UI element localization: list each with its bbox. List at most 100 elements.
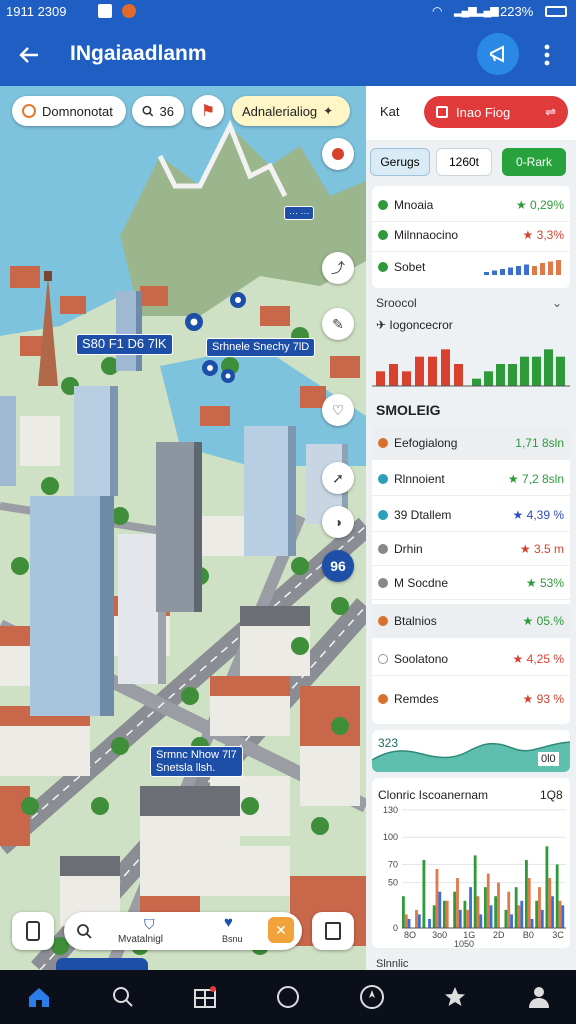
status-dot: [378, 653, 388, 664]
status-bar: 1911 2309 ◠ ▂▄▆ ▂▄▆ 223%: [0, 0, 576, 24]
ranking-list: Eefogialong 1,71 8sln Rlnnoient ★ 7,2 8sln…: [372, 426, 570, 724]
x-tick-label: B0: [523, 930, 534, 940]
list-item[interactable]: Soolatono ★ 4,25 %: [372, 642, 570, 676]
favorites-tab[interactable]: [440, 982, 470, 1012]
chart-bar: [472, 378, 481, 386]
sparkline-bar: [532, 266, 537, 275]
list-item[interactable]: Drhin ★ 3.5 m: [372, 532, 570, 566]
filter-chip-2[interactable]: 1260t: [436, 148, 492, 176]
document-button[interactable]: [312, 912, 354, 950]
search-tab[interactable]: [108, 982, 138, 1012]
close-tag-icon[interactable]: ✕: [268, 917, 294, 943]
route-icon: ⤴: [331, 260, 345, 276]
bottom-navigation: [0, 970, 576, 1024]
list-item[interactable]: Remdes ★ 93 %: [372, 682, 570, 716]
grid-tab[interactable]: [190, 982, 220, 1012]
count-chip[interactable]: 36: [132, 96, 184, 126]
list-item-label: Drhin: [394, 541, 423, 556]
circle-tab[interactable]: [273, 982, 303, 1012]
chart-bar: [535, 900, 539, 928]
record-button[interactable]: [322, 138, 354, 170]
list-item-label: M Socdne: [394, 575, 449, 590]
tool-icon: ✈: [376, 318, 390, 332]
chart-bar: [407, 918, 411, 928]
x-tick-label: 3o0: [432, 930, 447, 940]
chart-bar: [551, 896, 554, 928]
map-label-3[interactable]: Srmnc Nhow 7l7 Snetsla llsh.: [150, 746, 243, 778]
device-button[interactable]: [12, 912, 54, 950]
route-button[interactable]: ⤴: [322, 252, 354, 284]
collapse-icon[interactable]: ⌄: [552, 296, 562, 310]
shield-icon[interactable]: ⛉: [144, 916, 155, 933]
more-menu-button[interactable]: [538, 42, 556, 68]
list-item-value: ★ 3.5 m: [519, 541, 564, 556]
chart-bar: [415, 909, 418, 928]
map-label-small[interactable]: ··· ···: [284, 206, 315, 221]
list-item-label: 39 Dtallem: [394, 507, 452, 522]
list-item-label: Mnoaia: [394, 197, 434, 212]
city-map-view[interactable]: Domnonotat 36 ⚑ Adnalerialiog ✦ ⤴ ✎ ♡ ➚ …: [0, 86, 366, 970]
megaphone-icon: [490, 45, 504, 63]
explore-tab[interactable]: [357, 982, 387, 1012]
sparkline-bar: [524, 264, 529, 275]
search-icon-bottom[interactable]: [76, 923, 92, 939]
heart-pin-icon[interactable]: ♥: [224, 914, 233, 931]
home-tab[interactable]: [24, 982, 54, 1012]
x-axis-label: 1050: [454, 939, 474, 948]
map-label-2[interactable]: Srhnele Snechy 7lD: [206, 338, 316, 357]
grouped-bar-chart: 130100705008O 3o0 1G 2D B0 3C1050: [383, 805, 566, 948]
list-item[interactable]: Sobet: [372, 250, 570, 284]
share-button[interactable]: [477, 33, 519, 75]
profile-tab[interactable]: [524, 982, 554, 1012]
chart-bar: [520, 900, 524, 928]
signal-icon-2: ▂▄▆: [476, 5, 499, 17]
map-label-1[interactable]: S80 F1 D6 7lK: [76, 334, 173, 355]
list-item[interactable]: Rlnnoient ★ 7,2 8sln: [372, 462, 570, 496]
chart-bar: [473, 855, 477, 928]
chart-bar: [508, 364, 517, 386]
navigate-button[interactable]: ➚: [322, 462, 354, 494]
pin-icon: [22, 104, 36, 118]
panel-action-button[interactable]: Inao Fiog ⇌: [424, 96, 568, 128]
list-item[interactable]: Btalnios ★ 05.%: [372, 604, 570, 638]
chart-bar: [510, 914, 513, 928]
chart-bar: [548, 878, 552, 928]
chart-bar: [556, 356, 565, 386]
count-badge[interactable]: 96: [322, 550, 354, 582]
filter-chip-1[interactable]: Gerugs: [370, 148, 430, 176]
chart-bar: [441, 349, 450, 386]
chart-bar: [517, 905, 521, 928]
bag-icon: [436, 106, 448, 118]
list-item-value: ★ 3,3%: [522, 227, 564, 242]
chart-bar: [494, 896, 498, 928]
list-item[interactable]: M Socdne ★ 53%: [372, 566, 570, 600]
list-item[interactable]: Milnnaocino ★ 3,3%: [372, 218, 570, 252]
grid-icon: [194, 986, 216, 1008]
sparkline-bar: [484, 272, 489, 275]
chart-bar: [530, 918, 534, 928]
marker-button[interactable]: ⚑: [192, 95, 224, 127]
list-item[interactable]: Eefogialong 1,71 8sln: [372, 426, 570, 460]
profile-icon: [529, 987, 549, 1008]
chart-bar: [428, 356, 437, 386]
sparkline-bar: [516, 266, 521, 275]
list-item-value: ★ 4,25 %: [512, 651, 564, 666]
chart-bar: [479, 914, 483, 928]
battery-icon: [545, 6, 567, 17]
layers-button[interactable]: ◑: [322, 506, 354, 538]
status-dot: [378, 509, 388, 520]
measure-button[interactable]: ✎: [322, 308, 354, 340]
category-chip[interactable]: Adnalerialiog ✦: [232, 96, 350, 126]
list-item-label: Btalnios: [394, 613, 437, 628]
list-item[interactable]: Mnoaia ★ 0,29%: [372, 188, 570, 222]
location-chip[interactable]: Domnonotat: [12, 96, 126, 126]
signal-icon: ▂▄▆: [454, 5, 477, 17]
swap-icon: ⇌: [545, 104, 556, 119]
list-item[interactable]: 39 Dtallem ★ 4,39 %: [372, 498, 570, 532]
filter-chip-3[interactable]: 0-Rark: [502, 148, 566, 176]
panel-action-label: Inao Fiog: [456, 104, 511, 120]
favorite-button[interactable]: ♡: [322, 394, 354, 426]
chart-bar: [376, 371, 385, 386]
back-button[interactable]: [14, 40, 44, 70]
wifi-icon: ◠: [432, 4, 443, 18]
